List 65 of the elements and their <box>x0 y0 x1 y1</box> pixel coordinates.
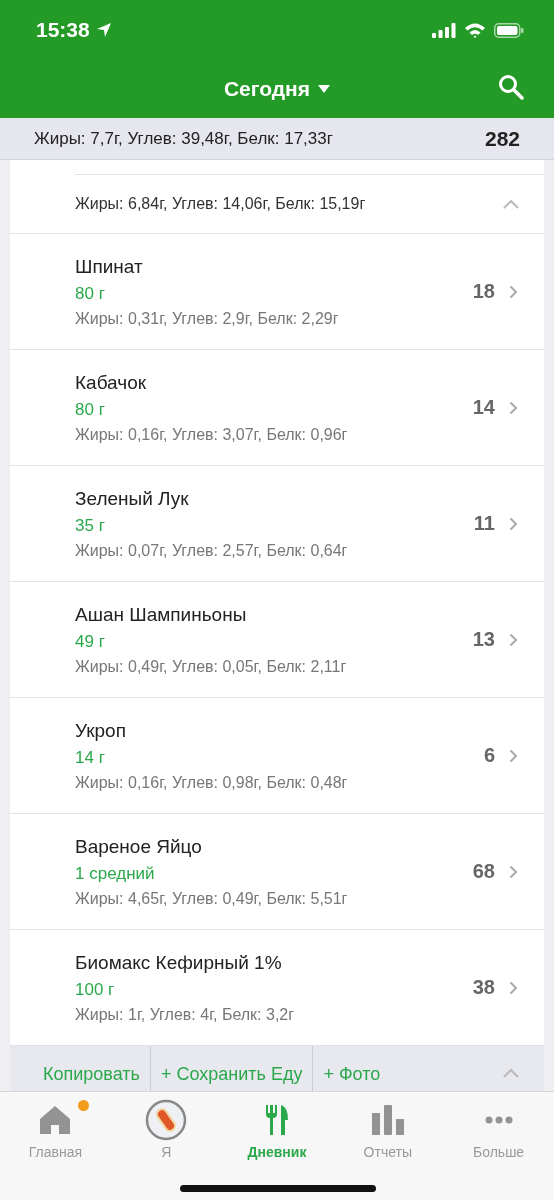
food-entry[interactable]: Зеленый Лук 35 г Жиры: 0,07г, Углев: 2,57г, Белк: 0,64г 11 <box>10 466 544 582</box>
food-calories: 18 <box>472 280 495 303</box>
food-name: Ашан Шампиньоны <box>75 603 248 626</box>
chevron-right-icon <box>509 516 518 531</box>
chevron-right-icon <box>509 400 518 415</box>
tab-bar-item[interactable]: Больше <box>443 1092 554 1160</box>
avatar-icon <box>145 1099 188 1141</box>
food-macros: Жиры: 0,31г, Углев: 2,9г, Белк: 2,29г <box>75 309 339 328</box>
search-icon[interactable] <box>498 74 524 100</box>
food-name: Вареное Яйцо <box>75 835 203 858</box>
daily-macros: Жиры: 7,7г, Углев: 39,48г, Белк: 17,33г <box>34 128 333 149</box>
food-calories: 38 <box>472 976 495 999</box>
food-entry[interactable]: Вареное Яйцо 1 средний Жиры: 4,65г, Углев: 0,49г, Белк: 5,51г 68 <box>10 814 544 930</box>
chevron-right-icon <box>509 980 518 995</box>
food-macros: Жиры: 0,07г, Углев: 2,57г, Белк: 0,64г <box>75 541 348 560</box>
food-name: Укроп <box>75 719 127 742</box>
food-name: Кабачок <box>75 371 147 394</box>
chevron-right-icon <box>509 748 518 763</box>
food-name: Зеленый Лук <box>75 487 190 510</box>
tab-bar-item[interactable]: Дневник <box>221 1092 333 1160</box>
food-amount: 49 г <box>75 631 106 652</box>
dropdown-caret-icon <box>318 85 331 93</box>
fork-knife-icon <box>265 1104 289 1136</box>
meal-action-button[interactable]: + Фото <box>313 1046 391 1091</box>
food-amount: 80 г <box>75 399 106 420</box>
chevron-right-icon <box>509 632 518 647</box>
food-entry[interactable]: Шпинат 80 г Жиры: 0,31г, Углев: 2,9г, Белк: 2,29г 18 <box>10 234 544 350</box>
chevron-right-icon <box>509 284 518 299</box>
battery-icon <box>494 22 524 38</box>
food-calories: 13 <box>472 628 495 651</box>
tab-bar-item[interactable]: Главная <box>0 1092 111 1160</box>
food-name: Биомакс Кефирный 1% <box>75 951 283 974</box>
meal-macros: Жиры: 6,84г, Углев: 14,06г, Белк: 15,19г <box>75 195 366 213</box>
food-macros: Жиры: 0,49г, Углев: 0,05г, Белк: 2,11г <box>75 657 347 676</box>
location-arrow-icon <box>95 22 112 38</box>
food-calories: 68 <box>472 860 495 883</box>
food-amount: 14 г <box>75 747 106 768</box>
signal-icon <box>432 22 456 38</box>
food-calories: 14 <box>472 396 495 419</box>
date-dropdown[interactable]: Сегодня <box>223 77 331 101</box>
food-amount: 1 средний <box>75 863 156 884</box>
tab-bar-item[interactable]: Отчеты <box>332 1092 444 1160</box>
food-entry[interactable]: Кабачок 80 г Жиры: 0,16г, Углев: 3,07г, Белк: 0,96г 14 <box>10 350 544 466</box>
food-macros: Жиры: 1г, Углев: 4г, Белк: 3,2г <box>75 1005 295 1024</box>
food-name: Шпинат <box>75 255 144 278</box>
food-macros: Жиры: 0,16г, Углев: 0,98г, Белк: 0,48г <box>75 773 348 792</box>
collapse-chevron-icon[interactable] <box>502 197 520 211</box>
food-calories: 6 <box>483 744 495 767</box>
food-macros: Жиры: 4,65г, Углев: 0,49г, Белк: 5,51г <box>75 889 348 908</box>
food-macros: Жиры: 0,16г, Углев: 3,07г, Белк: 0,96г <box>75 425 348 444</box>
bar-chart-icon <box>371 1105 404 1135</box>
home-icon <box>39 1105 72 1135</box>
more-icon <box>484 1116 513 1124</box>
food-amount: 35 г <box>75 515 106 536</box>
food-amount: 80 г <box>75 283 106 304</box>
tab-bar-item[interactable]: Я <box>110 1092 222 1160</box>
food-calories: 11 <box>473 512 495 535</box>
collapse-chevron-icon[interactable] <box>502 1067 520 1080</box>
food-amount: 100 г <box>75 979 116 1000</box>
daily-calories: 282 <box>484 126 520 151</box>
food-entry[interactable]: Укроп 14 г Жиры: 0,16г, Углев: 0,98г, Белк: 0,48г 6 <box>10 698 544 814</box>
food-entry[interactable]: Ашан Шампиньоны 49 г Жиры: 0,49г, Углев: 0,05г, Белк: 2,11г 13 <box>10 582 544 698</box>
wifi-icon <box>464 22 486 38</box>
status-time: 15:38 <box>36 18 90 42</box>
chevron-right-icon <box>509 864 518 879</box>
